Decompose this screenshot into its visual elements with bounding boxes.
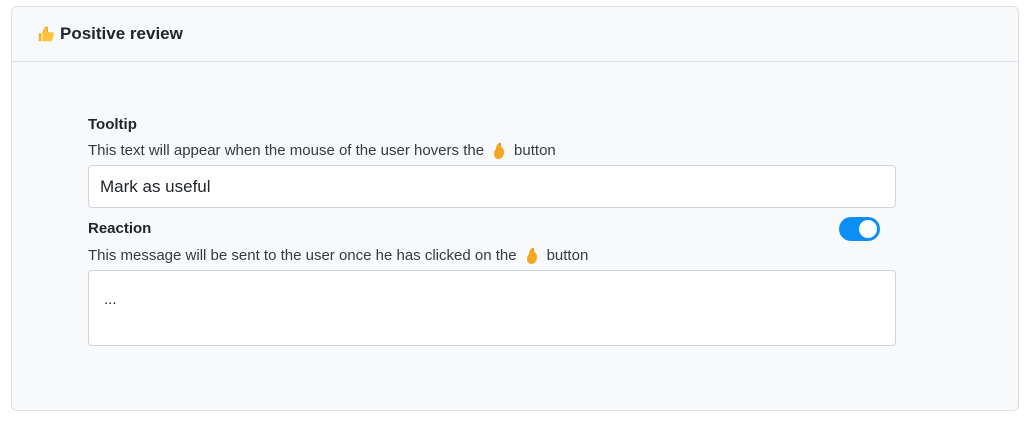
tooltip-label: Tooltip [88,116,137,133]
reaction-toggle[interactable] [839,217,880,241]
reaction-help-text: This message will be sent to the user on… [88,246,896,266]
form-body: Tooltip This text will appear when the m… [88,115,896,346]
tooltip-help-text-after: button [514,142,556,159]
tooltip-input[interactable]: Mark as useful [88,165,896,208]
reaction-help-text-before: This message will be sent to the user on… [88,247,517,264]
reaction-row: Reaction [88,217,896,241]
thumbs-up-icon [490,142,508,160]
tooltip-help-text: This text will appear when the mouse of … [88,141,896,161]
thumbs-up-icon [523,247,541,265]
card-title: Positive review [60,24,183,43]
thumbs-up-icon [36,24,56,44]
tooltip-help-text-before: This text will appear when the mouse of … [88,142,485,159]
card-header: Positive review [12,7,1018,62]
positive-review-card: Positive review Tooltip This text will a… [11,6,1019,411]
reaction-label: Reaction [88,220,152,237]
reaction-message-textarea[interactable]: ... [88,270,896,346]
toggle-knob [859,220,877,238]
reaction-help-text-after: button [546,247,589,264]
